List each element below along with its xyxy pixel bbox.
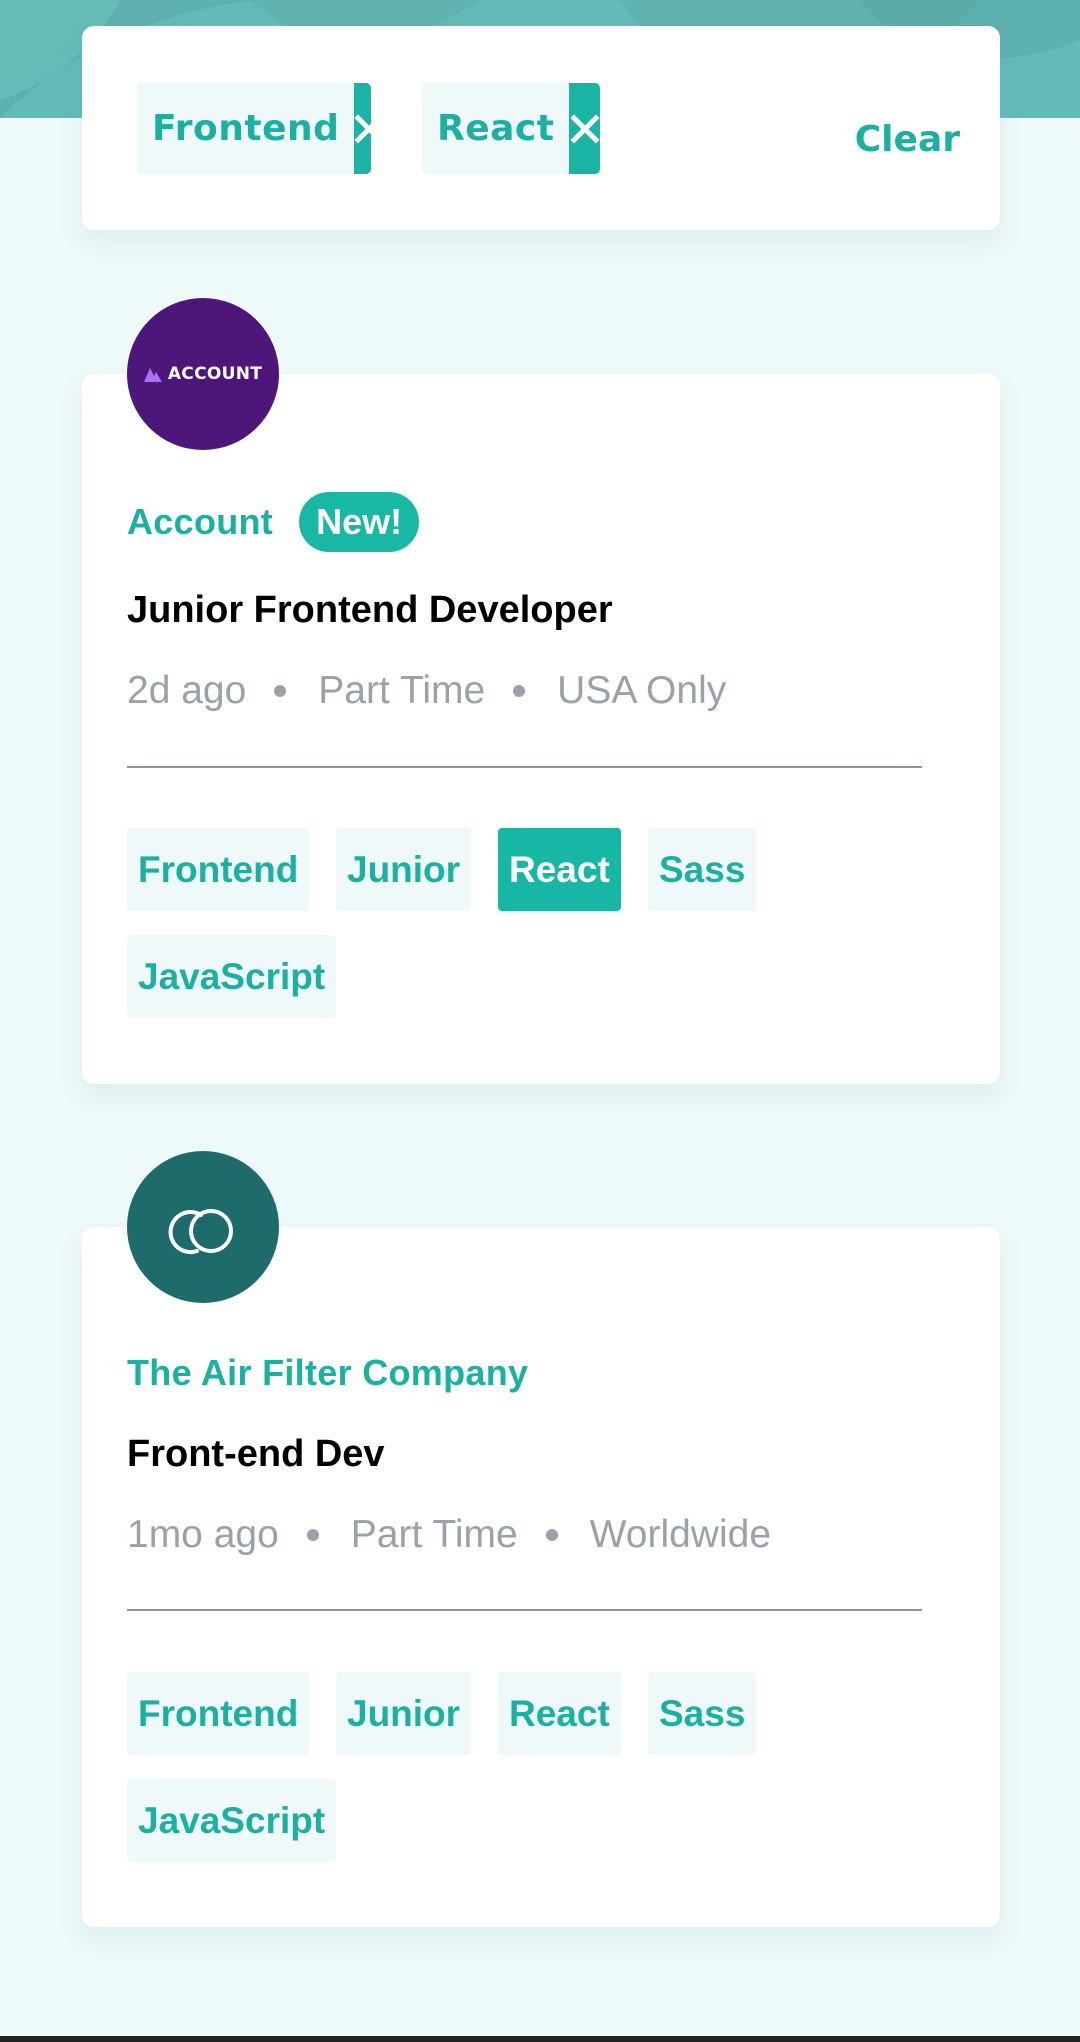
remove-filter-frontend-button[interactable] — [354, 83, 371, 174]
close-icon — [570, 113, 600, 144]
tag-frontend[interactable]: Frontend — [127, 828, 310, 911]
tag-react[interactable]: React — [498, 828, 621, 911]
close-icon — [354, 113, 371, 144]
card-divider — [127, 766, 922, 768]
bottom-edge — [0, 2036, 1080, 2042]
tag-junior[interactable]: Junior — [336, 1672, 472, 1755]
tag-frontend[interactable]: Frontend — [127, 1672, 310, 1755]
separator-dot — [513, 685, 526, 697]
separator-dot — [274, 685, 287, 697]
remove-filter-react-button[interactable] — [569, 83, 600, 174]
company-name: Account — [127, 501, 274, 542]
job-location: USA Only — [557, 669, 727, 712]
card-divider — [127, 1609, 922, 1611]
contract-type: Part Time — [350, 1513, 518, 1556]
job-card: The Air Filter Company Front-end Dev 1mo… — [82, 1151, 1000, 1927]
tag-react[interactable]: React — [498, 1672, 621, 1755]
company-logo: ACCOUNT — [127, 298, 279, 450]
company-name: The Air Filter Company — [127, 1352, 529, 1393]
job-meta: 1mo ago Part Time Worldwide — [127, 1513, 771, 1557]
account-logo-icon — [143, 368, 162, 382]
job-title[interactable]: Junior Frontend Developer — [127, 589, 613, 632]
company-row: Account New! — [127, 492, 420, 552]
tag-javascript[interactable]: JavaScript — [127, 935, 337, 1018]
filter-chip-react: React — [422, 83, 600, 174]
air-filter-logo-icon — [168, 1209, 233, 1255]
tag-javascript[interactable]: JavaScript — [127, 1779, 337, 1862]
contract-type: Part Time — [318, 669, 486, 712]
job-location: Worldwide — [589, 1513, 772, 1556]
posted-at: 2d ago — [127, 669, 247, 712]
filter-bar: Frontend React Clear — [82, 26, 1000, 230]
filter-chip-frontend: Frontend — [137, 83, 371, 174]
filter-chip-label: Frontend — [152, 108, 340, 149]
company-logo — [127, 1151, 279, 1303]
account-logo: ACCOUNT — [143, 364, 263, 384]
new-badge: New! — [299, 492, 420, 552]
job-meta: 2d ago Part Time USA Only — [127, 669, 726, 713]
company-row: The Air Filter Company — [127, 1352, 528, 1394]
separator-dot — [306, 1529, 319, 1541]
job-card: ACCOUNT Account New! Junior Frontend Dev… — [82, 298, 1000, 1084]
separator-dot — [545, 1529, 558, 1541]
account-logo-text: ACCOUNT — [167, 364, 263, 384]
tag-sass[interactable]: Sass — [648, 1672, 757, 1755]
tag-sass[interactable]: Sass — [648, 828, 757, 911]
tag-junior[interactable]: Junior — [336, 828, 472, 911]
job-title[interactable]: Front-end Dev — [127, 1433, 385, 1476]
filter-chip-label: React — [437, 108, 555, 149]
clear-filters-button[interactable]: Clear — [855, 122, 960, 158]
posted-at: 1mo ago — [127, 1513, 279, 1556]
